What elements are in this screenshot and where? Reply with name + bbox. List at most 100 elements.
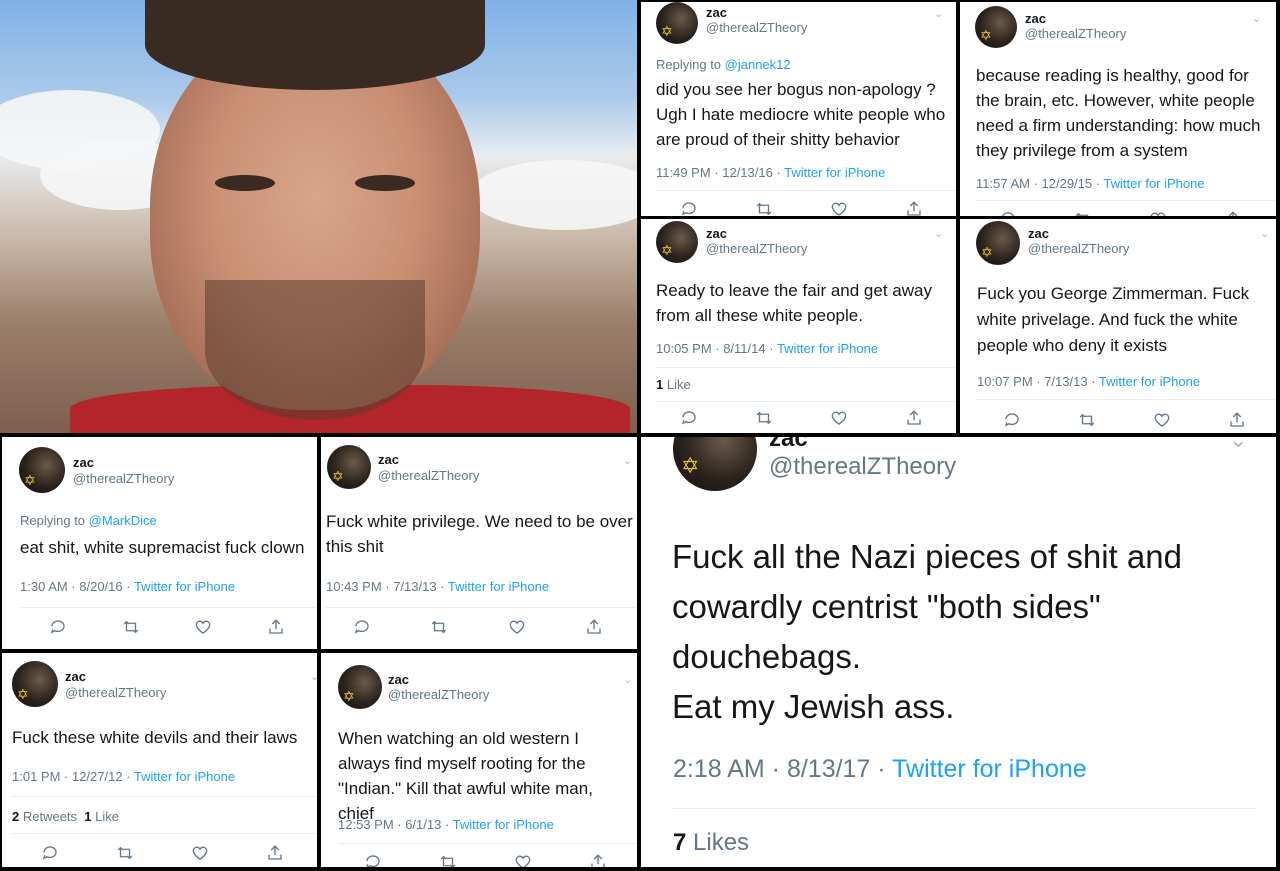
like-icon[interactable] <box>828 407 850 429</box>
avatar[interactable]: ✡ <box>12 661 58 707</box>
avatar[interactable]: ✡ <box>673 437 757 491</box>
tweet-actions <box>323 616 633 638</box>
reply-icon[interactable] <box>47 616 69 638</box>
tweet-card: ✡ zac @therealZTheory ⌄ When watching an… <box>321 653 637 867</box>
handle[interactable]: @therealZTheory <box>65 685 166 700</box>
retweet-icon[interactable] <box>753 407 775 429</box>
reply-icon[interactable] <box>678 198 700 216</box>
reply-icon[interactable] <box>362 851 384 867</box>
share-icon[interactable] <box>903 407 925 429</box>
source-link[interactable]: Twitter for iPhone <box>777 341 878 356</box>
like-icon[interactable] <box>1151 409 1173 431</box>
tweet-timestamp: 2:18 AM · 8/13/17 · Twitter for iPhone <box>673 755 1087 783</box>
handle[interactable]: @therealZTheory <box>388 687 489 702</box>
source-link[interactable]: Twitter for iPhone <box>1099 374 1200 389</box>
source-link[interactable]: Twitter for iPhone <box>134 769 235 784</box>
reply-icon[interactable] <box>351 616 373 638</box>
retweet-icon[interactable] <box>437 851 459 867</box>
tweet-actions <box>970 208 1270 216</box>
reply-icon[interactable] <box>997 208 1019 216</box>
like-icon[interactable] <box>192 616 214 638</box>
chevron-down-icon[interactable]: ⌄ <box>934 227 943 240</box>
like-icon[interactable] <box>1147 208 1169 216</box>
avatar[interactable]: ✡ <box>19 447 65 493</box>
avatar[interactable]: ✡ <box>976 221 1020 265</box>
retweet-icon[interactable] <box>120 616 142 638</box>
retweet-icon[interactable] <box>1072 208 1094 216</box>
like-icon[interactable] <box>512 851 534 867</box>
avatar[interactable]: ✡ <box>327 445 371 489</box>
chevron-down-icon[interactable]: ⌄ <box>310 670 317 683</box>
mention-link[interactable]: @jannek12 <box>725 57 791 72</box>
reply-icon[interactable] <box>678 407 700 429</box>
source-link[interactable]: Twitter for iPhone <box>453 817 554 832</box>
source-link[interactable]: Twitter for iPhone <box>134 579 235 594</box>
source-link[interactable]: Twitter for iPhone <box>1103 176 1204 191</box>
handle[interactable]: @therealZTheory <box>706 20 807 35</box>
tweet-actions <box>651 407 951 429</box>
display-name[interactable]: zac <box>1025 11 1046 26</box>
tweet-actions <box>974 409 1274 431</box>
share-icon[interactable] <box>265 616 287 638</box>
retweet-icon[interactable] <box>753 198 775 216</box>
avatar[interactable]: ✡ <box>656 221 698 263</box>
tweet-text: Fuck these white devils and their laws <box>12 728 298 747</box>
mention-link[interactable]: @MarkDice <box>89 513 157 528</box>
replying-to: Replying to @MarkDice <box>20 513 157 528</box>
display-name[interactable]: zac <box>706 5 727 20</box>
reply-icon[interactable] <box>1001 409 1023 431</box>
tweet-card: ✡ zac @therealZTheory ⌄ Fuck white privi… <box>321 437 637 649</box>
reply-icon[interactable] <box>39 842 61 864</box>
replying-to: Replying to @jannek12 <box>656 57 791 72</box>
tweet-timestamp: 10:05 PM · 8/11/14 · Twitter for iPhone <box>656 341 879 356</box>
display-name[interactable]: zac <box>388 672 409 687</box>
retweet-icon[interactable] <box>1076 409 1098 431</box>
chevron-down-icon[interactable]: ⌄ <box>623 454 632 467</box>
chevron-down-icon[interactable]: ⌄ <box>1252 12 1261 25</box>
tweet-text: Fuck all the Nazi pieces of shit and cow… <box>672 538 1182 725</box>
share-icon[interactable] <box>903 198 925 216</box>
share-icon[interactable] <box>583 616 605 638</box>
tweet-text: When watching an old western I always fi… <box>338 729 593 823</box>
source-link[interactable]: Twitter for iPhone <box>448 579 549 594</box>
like-icon[interactable] <box>506 616 528 638</box>
like-count[interactable]: 1 Like <box>656 377 691 392</box>
display-name[interactable]: zac <box>769 437 808 453</box>
share-icon[interactable] <box>1226 409 1248 431</box>
retweet-icon[interactable] <box>114 842 136 864</box>
like-icon[interactable] <box>189 842 211 864</box>
share-icon[interactable] <box>1222 208 1244 216</box>
tweet-timestamp: 11:57 AM · 12/29/15 · Twitter for iPhone <box>976 176 1205 191</box>
source-link[interactable]: Twitter for iPhone <box>784 165 885 180</box>
avatar[interactable]: ✡ <box>975 6 1017 48</box>
display-name[interactable]: zac <box>706 226 727 241</box>
share-icon[interactable] <box>264 842 286 864</box>
display-name[interactable]: zac <box>73 455 94 470</box>
tweet-card: ✡ zac @therealZTheory ⌄ Ready to leave t… <box>641 219 956 433</box>
display-name[interactable]: zac <box>1028 226 1049 241</box>
tweet-card: ✡ zac @therealZTheory ⌄ Replying to @jan… <box>641 2 956 216</box>
like-icon[interactable] <box>828 198 850 216</box>
chevron-down-icon[interactable]: ⌄ <box>934 7 943 20</box>
avatar[interactable]: ✡ <box>338 665 382 709</box>
handle[interactable]: @therealZTheory <box>706 241 807 256</box>
source-link[interactable]: Twitter for iPhone <box>892 755 1087 783</box>
profile-photo <box>0 0 637 433</box>
tweet-card: ✡ zac @therealZTheory Replying to @MarkD… <box>2 437 317 649</box>
handle[interactable]: @therealZTheory <box>769 453 956 481</box>
handle[interactable]: @therealZTheory <box>73 471 174 486</box>
display-name[interactable]: zac <box>65 669 86 684</box>
avatar[interactable]: ✡ <box>656 2 698 44</box>
chevron-down-icon[interactable]: ⌄ <box>1260 227 1269 240</box>
chevron-down-icon[interactable]: ⌄ <box>623 673 632 686</box>
like-count[interactable]: 7 Likes <box>673 829 749 857</box>
handle[interactable]: @therealZTheory <box>1025 26 1126 41</box>
tweet-text: because reading is healthy, good for the… <box>976 66 1261 160</box>
retweet-icon[interactable] <box>428 616 450 638</box>
engagement-counts[interactable]: 2 Retweets 1 Like <box>12 809 119 824</box>
display-name[interactable]: zac <box>378 452 399 467</box>
chevron-down-icon[interactable]: ⌄ <box>1229 437 1247 453</box>
share-icon[interactable] <box>587 851 609 867</box>
handle[interactable]: @therealZTheory <box>1028 241 1129 256</box>
handle[interactable]: @therealZTheory <box>378 468 479 483</box>
